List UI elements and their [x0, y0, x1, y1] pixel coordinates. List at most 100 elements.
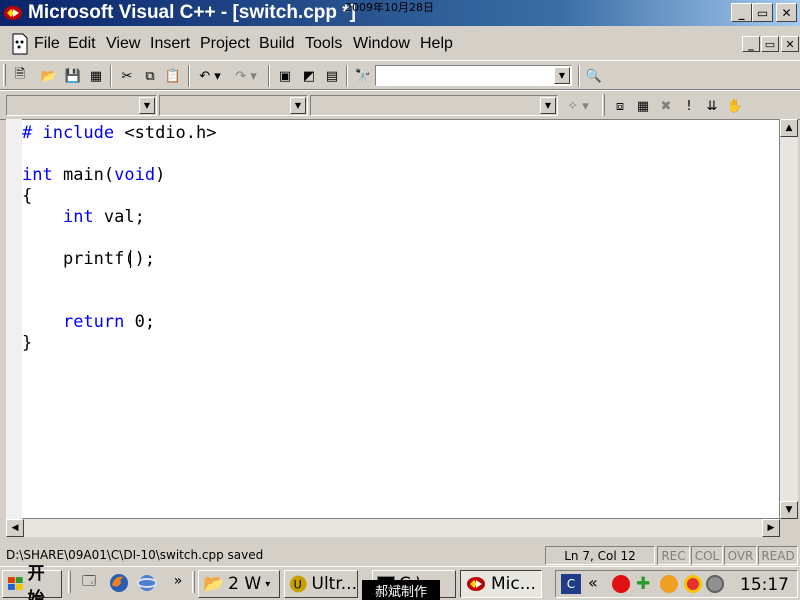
workspace-icon[interactable]: ▣	[274, 65, 296, 87]
new-file-icon[interactable]: 🗎	[9, 65, 31, 87]
find-combo-arrow[interactable]: ▼	[554, 67, 570, 84]
class-combo[interactable]: ▼	[6, 95, 157, 116]
output-window-icon[interactable]: ◩	[298, 65, 320, 87]
scroll-left-arrow-icon[interactable]: ◀	[6, 519, 24, 537]
find-in-files-icon[interactable]: 🔭	[352, 65, 374, 87]
filter-combo[interactable]: ▼	[159, 95, 308, 116]
scroll-right-arrow-icon[interactable]: ▶	[762, 519, 780, 537]
input-method-icon[interactable]: C	[561, 574, 581, 594]
messenger-icon[interactable]	[660, 575, 678, 593]
save-all-icon[interactable]: ▦	[85, 65, 107, 87]
date-overlay: 2009年10月28日	[345, 1, 434, 14]
document-icon[interactable]	[10, 33, 30, 55]
menu-project[interactable]: Project	[200, 35, 250, 53]
show-desktop-icon[interactable]: 🗔	[78, 572, 100, 594]
scroll-down-arrow-icon[interactable]: ▼	[780, 501, 798, 519]
clock: 15:17	[740, 575, 789, 595]
cut-icon[interactable]: ✂	[116, 65, 138, 87]
breakpoint-icon[interactable]: ✋	[724, 95, 746, 117]
taskbar-button-explorer[interactable]: 📂 2 W ▾	[198, 570, 280, 598]
code-line-11[interactable]: }	[22, 333, 32, 353]
wizard-toolbar: ▼ ▼ ▼ ✧ ▾ ⧈ ▦ ✖ ! ⇊ ✋	[0, 90, 800, 120]
browser-icon[interactable]	[136, 572, 158, 594]
status-read: READ	[758, 546, 798, 565]
visual-cpp-icon[interactable]	[3, 4, 23, 22]
quicklaunch-more-icon[interactable]: »	[167, 570, 189, 592]
ultraedit-icon: U	[289, 575, 307, 593]
folder-icon: 📂	[203, 574, 225, 594]
execute-icon[interactable]: !	[678, 95, 700, 117]
visual-cpp-taskbar-icon	[467, 577, 485, 591]
undo-icon[interactable]: ↶ ▾	[194, 65, 226, 87]
taskbar-button-ultraedit[interactable]: U Ultr...	[284, 570, 358, 598]
copy-icon[interactable]: ⧉	[139, 65, 161, 87]
wizard-action-icon[interactable]: ✧ ▾	[562, 95, 594, 117]
stop-recording-icon[interactable]	[612, 575, 630, 593]
tray-expand-icon[interactable]: «	[588, 573, 598, 592]
filter-combo-arrow[interactable]: ▼	[290, 97, 306, 114]
preprocessor-token: # include	[22, 123, 115, 143]
menu-bar: File Edit View Insert Project Build Tool…	[0, 30, 800, 58]
start-label: 开始	[27, 564, 45, 600]
paste-icon[interactable]: 📋	[162, 65, 184, 87]
overlay-caption: 郝斌制作	[362, 580, 440, 600]
standard-toolbar: 🗎 📂 💾 ▦ ✂ ⧉ 📋 ↶ ▾ ↷ ▾ ▣ ◩ ▤ 🔭 ▼ 🔍	[0, 60, 800, 90]
status-bar: D:\SHARE\09A01\C\DI-10\switch.cpp saved …	[0, 544, 800, 566]
menu-window[interactable]: Window	[353, 35, 410, 53]
code-line-1[interactable]: # include <stdio.h>	[22, 123, 216, 143]
windows-logo-icon	[7, 577, 23, 590]
menu-edit[interactable]: Edit	[68, 35, 96, 53]
menu-view[interactable]: View	[106, 35, 140, 53]
redo-icon[interactable]: ↷ ▾	[230, 65, 262, 87]
start-button[interactable]: 开始	[2, 564, 62, 600]
code-line-3[interactable]: int main(void)	[22, 165, 165, 185]
save-icon[interactable]: 💾	[62, 65, 84, 87]
class-combo-arrow[interactable]: ▼	[139, 97, 155, 114]
status-position: Ln 7, Col 12	[545, 546, 655, 565]
members-combo[interactable]: ▼	[310, 95, 558, 116]
find-icon[interactable]: 🔍	[583, 65, 605, 87]
close-button[interactable]: ✕	[776, 3, 797, 22]
taskbar-button-msvc[interactable]: Mic...	[460, 570, 542, 598]
menu-help[interactable]: Help	[420, 35, 453, 53]
mdi-restore-button[interactable]: ▭	[761, 36, 779, 52]
toolbar-grip[interactable]	[3, 64, 6, 86]
antivirus-icon[interactable]	[684, 575, 702, 593]
status-ovr: OVR	[724, 546, 757, 565]
mdi-close-button[interactable]: ✕	[781, 36, 799, 52]
scroll-up-arrow-icon[interactable]: ▲	[780, 119, 798, 137]
text-cursor	[129, 250, 131, 268]
menu-insert[interactable]: Insert	[150, 35, 190, 53]
mdi-minimize-button[interactable]: _	[742, 36, 760, 52]
go-icon[interactable]: ⇊	[701, 95, 723, 117]
window-list-icon[interactable]: ▤	[321, 65, 343, 87]
status-col: COL	[691, 546, 723, 565]
system-tray: C « ✚ 15:17	[555, 570, 798, 598]
svg-text:U: U	[294, 579, 302, 592]
title-bar[interactable]: Microsoft Visual C++ - [switch.cpp *] 20…	[0, 0, 800, 26]
firefox-icon[interactable]	[108, 572, 130, 594]
vertical-scrollbar[interactable]: ▲ ▼	[780, 119, 798, 519]
open-folder-icon[interactable]: 📂	[38, 65, 60, 87]
code-line-5[interactable]: int val;	[22, 207, 145, 227]
stop-build-icon[interactable]: ✖	[655, 95, 677, 117]
code-line-7[interactable]: printf();	[22, 249, 155, 269]
code-line-10[interactable]: return 0;	[22, 312, 155, 332]
build-icon[interactable]: ▦	[632, 95, 654, 117]
editor-gutter	[6, 119, 22, 519]
members-combo-arrow[interactable]: ▼	[540, 97, 556, 114]
minimize-button[interactable]: _	[731, 3, 752, 22]
menu-file[interactable]: File	[34, 35, 60, 53]
include-target: <stdio.h>	[114, 123, 217, 143]
horizontal-scrollbar[interactable]: ◀ ▶	[6, 519, 780, 537]
status-rec: REC	[657, 546, 690, 565]
menu-build[interactable]: Build	[259, 35, 295, 53]
window-title: Microsoft Visual C++ - [switch.cpp *]	[28, 2, 356, 23]
maximize-button[interactable]: ▭	[752, 3, 773, 22]
find-combo[interactable]: ▼	[375, 65, 572, 86]
security-shield-icon[interactable]: ✚	[636, 574, 654, 594]
volume-icon[interactable]	[706, 575, 724, 593]
code-line-4[interactable]: {	[22, 186, 32, 206]
menu-tools[interactable]: Tools	[305, 35, 342, 53]
compile-icon[interactable]: ⧈	[609, 95, 631, 117]
